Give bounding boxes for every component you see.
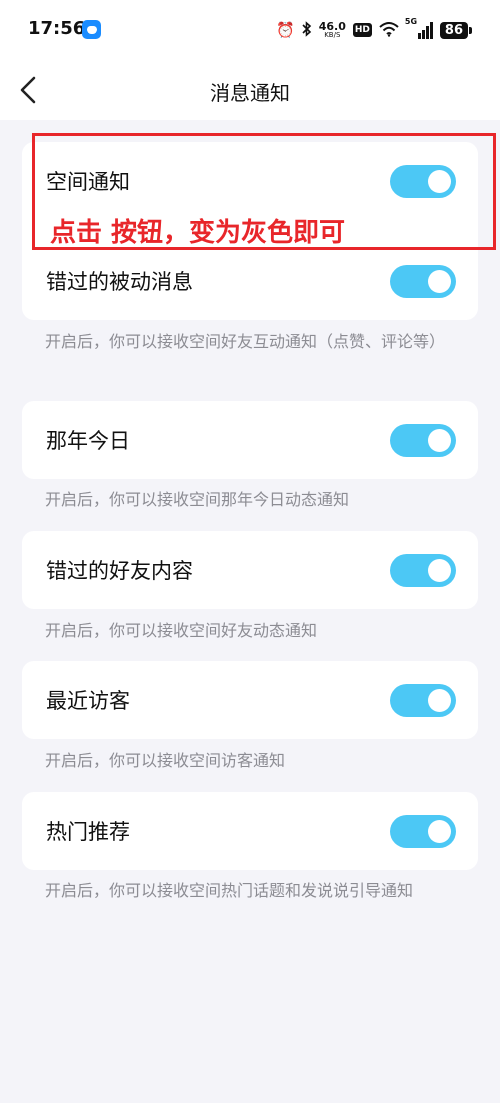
alarm-icon: ⏰ [276,20,295,39]
setting-row-missed-friend-content: 错过的好友内容 [22,531,478,609]
setting-row-on-this-day: 那年今日 [22,401,478,479]
signal-icon: 5G [405,17,433,39]
page-title: 消息通知 [210,81,290,105]
missed-passive-messages-toggle[interactable] [390,265,456,298]
status-bar: 17:56 ⏰ 46.0 KB/S HD 5G 86 [0,0,500,60]
setting-label: 错过的被动消息 [46,270,193,294]
hot-recommendations-toggle[interactable] [390,815,456,848]
setting-label: 最近访客 [46,689,130,713]
setting-description: 开启后，你可以接收空间那年今日动态通知 [45,490,350,509]
battery-icon: 86 [439,21,472,39]
network-speed: 46.0 KB/S [319,21,346,39]
setting-description: 开启后，你可以接收空间好友动态通知 [45,621,318,640]
settings-card-hot-recommendations: 热门推荐 [22,792,478,870]
setting-description: 开启后，你可以接收空间访客通知 [45,751,286,770]
battery-level: 86 [439,21,468,39]
bluetooth-icon [302,20,312,40]
nav-bar: 消息通知 [0,60,500,120]
on-this-day-toggle[interactable] [390,424,456,457]
setting-label: 那年今日 [46,429,130,453]
setting-description: 开启后，你可以接收空间热门话题和发说说引导通知 [45,881,414,900]
missed-friend-content-toggle[interactable] [390,554,456,587]
settings-card-on-this-day: 那年今日 [22,401,478,479]
setting-row-recent-visitors: 最近访客 [22,661,478,739]
status-time: 17:56 [28,18,86,39]
setting-row-hot-recommendations: 热门推荐 [22,792,478,870]
setting-description: 开启后，你可以接收空间好友互动通知（点赞、评论等） [45,332,446,351]
settings-card-missed-friend-content: 错过的好友内容 [22,531,478,609]
setting-row-missed-passive-messages: 错过的被动消息 [22,242,478,320]
setting-label: 热门推荐 [46,820,130,844]
status-icons: ⏰ 46.0 KB/S HD 5G 86 [276,17,472,43]
network-speed-unit: KB/S [324,31,341,39]
annotation-text: 点击 按钮，变为灰色即可 [50,218,346,248]
signal-label: 5G [404,17,418,26]
app-notification-icon [82,20,101,39]
hd-badge: HD [352,23,372,37]
setting-label: 错过的好友内容 [46,559,193,583]
recent-visitors-toggle[interactable] [390,684,456,717]
settings-card-recent-visitors: 最近访客 [22,661,478,739]
wifi-icon [379,21,399,40]
